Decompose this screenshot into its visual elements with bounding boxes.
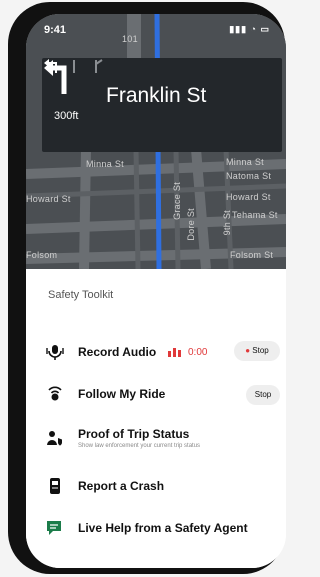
record-audio-label: Record Audio xyxy=(78,345,157,359)
person-shield-icon xyxy=(47,431,62,446)
proof-of-trip-subtitle: Show law enforcement your current trip s… xyxy=(78,443,201,449)
map-label-folsom-east: Folsom St xyxy=(230,250,274,260)
follow-my-ride-row[interactable]: Follow My Ride Stop xyxy=(26,377,286,417)
phone-frame: 9:41 ▮▮▮ ◔ ▭ 101 300ft Franklin St Minna… xyxy=(8,2,286,574)
stop-recording-button[interactable]: ● Stop xyxy=(234,341,280,361)
navigation-card[interactable]: 300ft Franklin St xyxy=(42,58,282,152)
map-label-grace: Grace St xyxy=(172,182,182,220)
map-label-natoma: Natoma St xyxy=(226,171,272,181)
signal-battery-icon: ▮▮▮ ◔ ▭ xyxy=(229,24,270,34)
turn-distance: 300ft xyxy=(54,110,79,122)
phone-report-icon xyxy=(50,478,60,494)
map-label-minna-east: Minna St xyxy=(226,157,264,167)
report-crash-label: Report a Crash xyxy=(78,479,165,493)
stop-recording-label: Stop xyxy=(252,346,269,355)
map-label-folsom-west: Folsom xyxy=(26,250,58,260)
stop-sharing-button[interactable]: Stop xyxy=(246,385,280,405)
location-share-icon xyxy=(48,386,62,401)
map-label-dore: Dore St xyxy=(186,208,196,241)
recording-timer: 0:00 xyxy=(188,347,208,358)
stop-sharing-label: Stop xyxy=(254,390,272,399)
map-label-highway: 101 xyxy=(122,34,138,44)
phone-screen: 9:41 ▮▮▮ ◔ ▭ 101 300ft Franklin St Minna… xyxy=(26,14,286,568)
next-street: Franklin St xyxy=(106,84,207,107)
map-label-minna-west: Minna St xyxy=(86,159,124,169)
map-view[interactable]: 9:41 ▮▮▮ ◔ ▭ 101 300ft Franklin St Minna… xyxy=(26,14,286,269)
status-bar: 9:41 ▮▮▮ ◔ ▭ xyxy=(44,24,270,38)
proof-of-trip-row[interactable]: Proof of Trip Status Show law enforcemen… xyxy=(26,417,286,463)
map-label-9th: 9th St xyxy=(222,210,232,236)
lane-guidance-icon xyxy=(44,59,103,73)
map-label-howard-east: Howard St xyxy=(226,192,271,202)
live-help-row[interactable]: Live Help from a Safety Agent xyxy=(26,511,286,551)
map-label-tehama: Tehama St xyxy=(232,210,278,220)
chat-agent-icon xyxy=(47,521,61,535)
status-time: 9:41 xyxy=(44,24,67,36)
audio-level-icon xyxy=(168,348,181,357)
safety-toolkit-sheet: Safety Toolkit Record Audio 0:00 ● Stop … xyxy=(26,269,286,568)
live-help-label: Live Help from a Safety Agent xyxy=(78,521,248,535)
microphone-icon xyxy=(46,345,64,360)
follow-my-ride-label: Follow My Ride xyxy=(78,387,166,401)
report-crash-row[interactable]: Report a Crash xyxy=(26,469,286,509)
map-label-howard-west: Howard St xyxy=(26,194,71,204)
sheet-title: Safety Toolkit xyxy=(48,289,114,301)
record-audio-row[interactable]: Record Audio 0:00 ● Stop xyxy=(26,335,286,375)
proof-of-trip-label: Proof of Trip Status xyxy=(78,427,190,441)
